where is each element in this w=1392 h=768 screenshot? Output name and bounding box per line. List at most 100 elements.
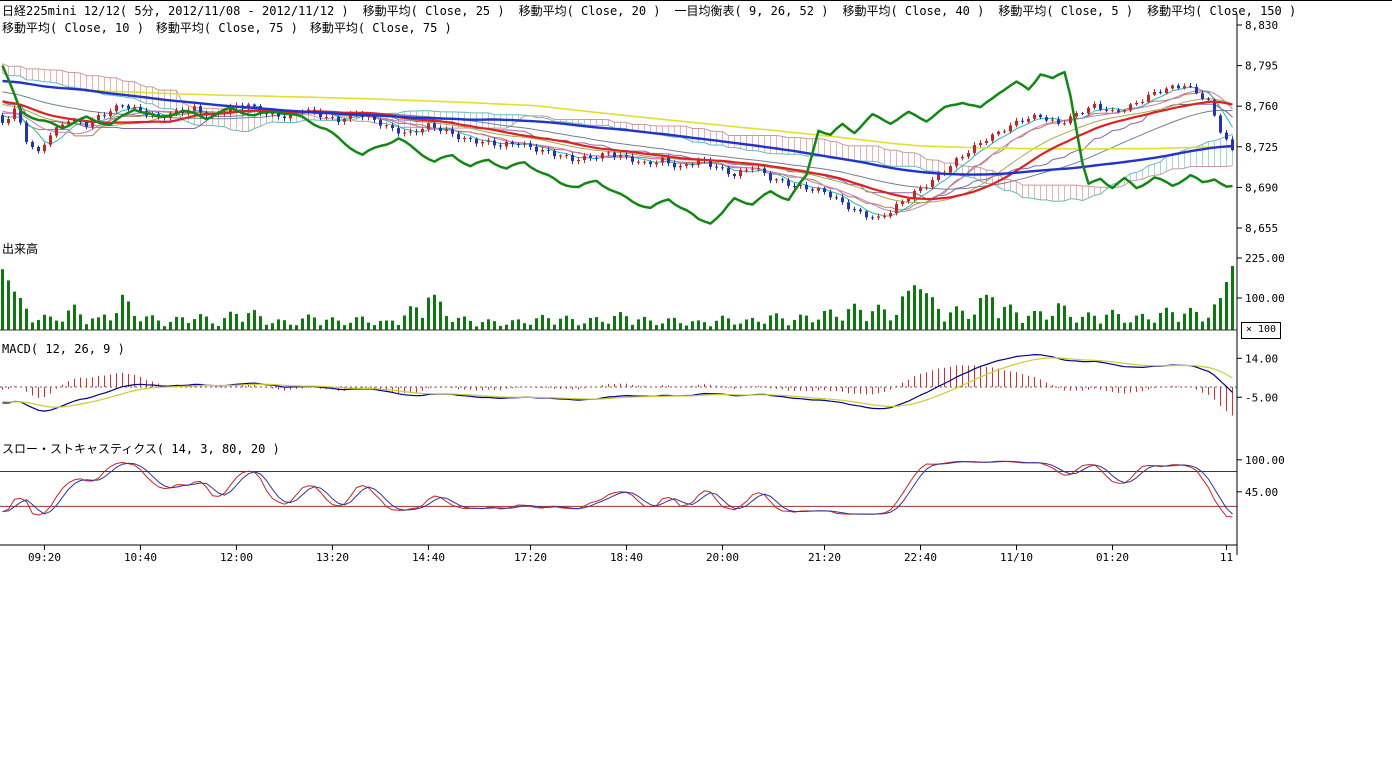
volume-bar — [973, 315, 976, 330]
volume-bar — [895, 315, 898, 330]
volume-bar — [103, 315, 106, 330]
stoch-panel-title: スロー・ストキャスティクス( 14, 3, 80, 20 ) — [2, 440, 280, 457]
volume-bar — [949, 312, 952, 330]
volume-bar — [37, 320, 40, 330]
macd-axis-label: 14.00 — [1245, 352, 1278, 365]
volume-bar — [595, 317, 598, 330]
volume-bar — [1111, 310, 1114, 330]
candle-body — [847, 202, 850, 209]
candle-body — [865, 211, 868, 217]
volume-axis-label: 100.00 — [1245, 292, 1285, 305]
volume-bar — [625, 316, 628, 330]
volume-bar — [25, 309, 28, 330]
candle-body — [1069, 116, 1072, 123]
candle-body — [121, 105, 124, 106]
candle-body — [805, 185, 808, 190]
candle-body — [691, 164, 694, 165]
candle-body — [37, 147, 40, 151]
volume-bar — [877, 305, 880, 330]
volume-bar — [169, 322, 172, 330]
volume-bar — [91, 319, 94, 331]
trading-chart-app: 8,8308,7958,7608,7258,6908,655225.00100.… — [0, 0, 1392, 768]
volume-bar — [439, 302, 442, 330]
volume-bar — [1165, 308, 1168, 330]
candle-body — [7, 119, 10, 123]
volume-bar — [301, 319, 304, 331]
candle-body — [1177, 86, 1180, 89]
volume-bar — [859, 310, 862, 330]
volume-bar — [565, 316, 568, 330]
candle-body — [385, 125, 388, 126]
volume-bar — [793, 320, 796, 330]
candle-body — [997, 132, 1000, 135]
volume-bar — [265, 325, 268, 330]
volume-unit-box: × 100 — [1241, 322, 1281, 339]
candle-body — [571, 155, 574, 161]
volume-bar — [181, 317, 184, 330]
macd-line — [3, 355, 1233, 412]
volume-bar — [73, 305, 76, 330]
volume-bar — [1051, 316, 1054, 330]
candle-body — [589, 156, 592, 158]
candle-body — [1051, 120, 1054, 121]
chart-canvas[interactable]: 8,8308,7958,7608,7258,6908,655225.00100.… — [0, 0, 1290, 575]
volume-bar — [205, 317, 208, 331]
volume-axis-label: 225.00 — [1245, 252, 1285, 265]
candle-body — [757, 168, 760, 169]
price-axis-label: 8,690 — [1245, 181, 1278, 194]
ma-25-line — [3, 101, 1233, 199]
volume-bar — [631, 325, 634, 330]
volume-bar — [163, 326, 166, 330]
volume-bar — [331, 317, 334, 330]
volume-bar — [175, 317, 178, 330]
candle-body — [283, 117, 286, 119]
candle-body — [739, 170, 742, 176]
volume-bar — [571, 319, 574, 330]
volume-bar — [397, 325, 400, 330]
candle-body — [553, 151, 556, 156]
window-top-border — [0, 0, 1392, 1]
candle-body — [751, 169, 754, 170]
volume-bar — [337, 321, 340, 330]
candle-body — [505, 142, 508, 147]
candle-body — [481, 142, 484, 144]
volume-bar — [721, 316, 724, 330]
volume-bar — [763, 324, 766, 330]
volume-bar — [463, 317, 466, 331]
volume-bar — [1183, 314, 1186, 330]
volume-bar — [601, 322, 604, 330]
candle-body — [31, 142, 34, 147]
candle-body — [253, 105, 256, 107]
volume-bar — [253, 310, 256, 330]
volume-bar — [49, 317, 52, 331]
volume-bar — [661, 323, 664, 330]
volume-bar — [247, 313, 250, 330]
volume-bar — [271, 323, 274, 330]
ichimoku-senkou-a-line — [3, 73, 1233, 201]
volume-bar — [739, 324, 742, 331]
indicator-label-ma75: 移動平均( Close, 75 ) — [156, 21, 298, 35]
candle-body — [991, 134, 994, 140]
candle-body — [979, 143, 982, 145]
volume-bar — [211, 323, 214, 330]
candle-body — [1033, 115, 1036, 119]
volume-bar — [31, 322, 34, 330]
indicator-label-ma25: 移動平均( Close, 25 ) — [363, 4, 505, 18]
volume-bar — [607, 324, 610, 330]
candle-body — [433, 123, 436, 128]
volume-bar — [907, 291, 910, 330]
candle-body — [577, 160, 580, 161]
volume-bar — [385, 321, 388, 331]
volume-bar — [7, 280, 10, 330]
volume-bar — [643, 317, 646, 330]
volume-bar — [535, 318, 538, 330]
candle-body — [199, 106, 202, 112]
candle-body — [769, 173, 772, 180]
candle-body — [463, 138, 466, 139]
volume-bar — [781, 318, 784, 330]
candle-body — [1153, 92, 1156, 95]
volume-bar — [109, 320, 112, 330]
candle-body — [631, 157, 634, 162]
candle-body — [901, 202, 904, 205]
candle-body — [835, 197, 838, 198]
